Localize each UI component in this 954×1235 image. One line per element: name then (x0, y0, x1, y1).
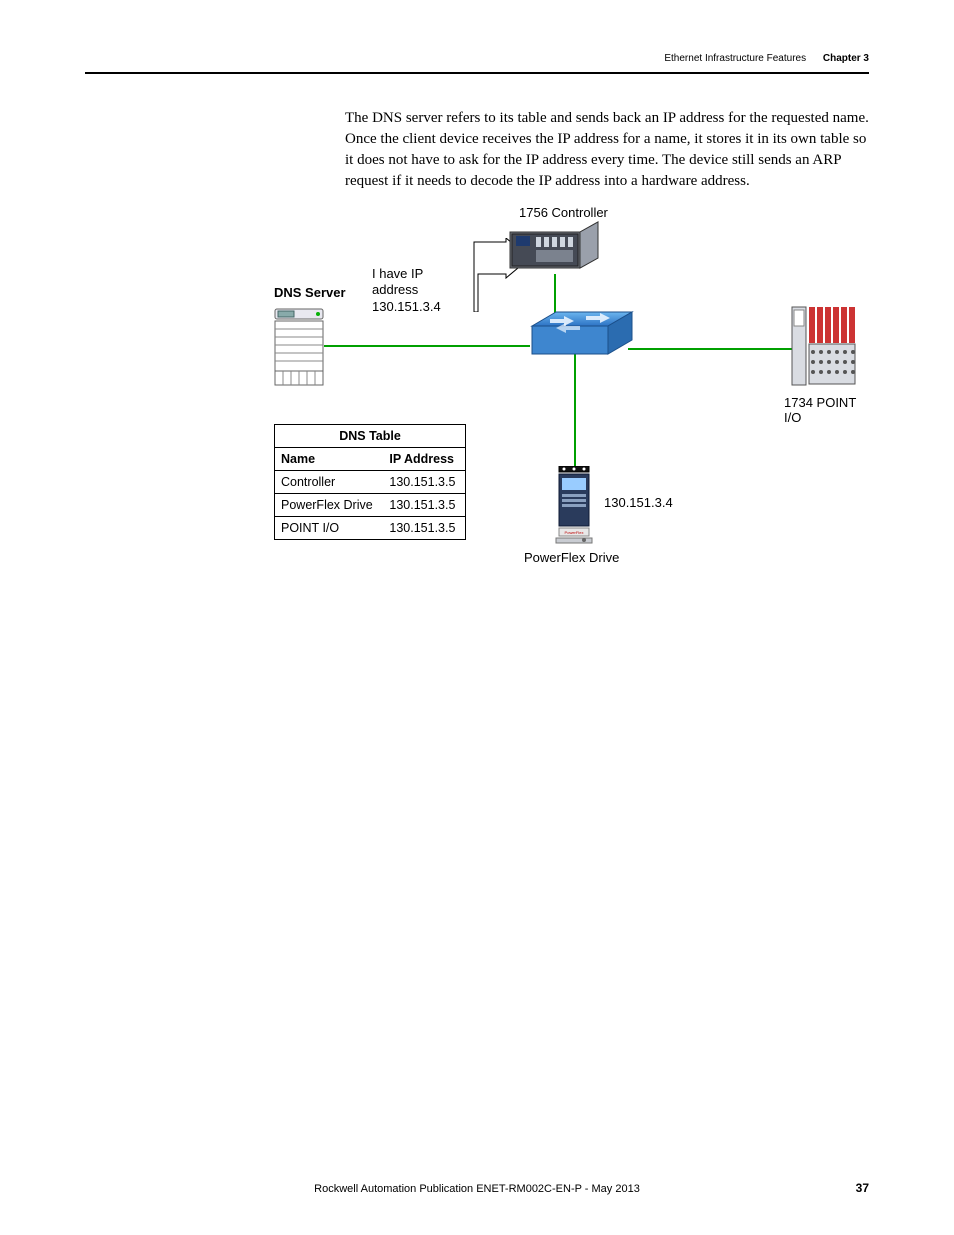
net-line (628, 348, 794, 350)
controller-label: 1756 Controller (519, 205, 608, 220)
dns-server-icon (274, 308, 324, 386)
dns-row-ip: 130.151.3.5 (383, 517, 465, 540)
header-chapter: Chapter 3 (823, 53, 869, 64)
body-paragraph: The DNS server refers to its table and s… (345, 108, 870, 192)
pointio-label: 1734 POINT I/O (784, 395, 874, 425)
callout-box: I have IP address 130.151.3.4 (366, 262, 474, 302)
net-line (574, 352, 576, 470)
footer-publication: Rockwell Automation Publication ENET-RM0… (0, 1183, 954, 1195)
dns-table-header-ip: IP Address (383, 448, 465, 471)
page-number: 37 (856, 1181, 869, 1195)
dns-row-name: PowerFlex Drive (275, 494, 384, 517)
net-line (324, 345, 530, 347)
callout-line2: 130.151.3.4 (372, 299, 468, 315)
table-row: PowerFlex Drive 130.151.3.5 (275, 494, 466, 517)
dns-row-ip: 130.151.3.5 (383, 471, 465, 494)
page-header: Ethernet Infrastructure Features Chapter… (664, 53, 869, 64)
dns-server-label: DNS Server (274, 285, 346, 300)
controller-icon (508, 220, 600, 276)
table-row: Controller 130.151.3.5 (275, 471, 466, 494)
powerflex-drive-icon: PowerFlex (554, 466, 594, 544)
drive-ip-label: 130.151.3.4 (604, 495, 673, 510)
svg-text:PowerFlex: PowerFlex (565, 530, 584, 535)
dns-row-name: POINT I/O (275, 517, 384, 540)
network-diagram: I have IP address 130.151.3.4 1756 Contr… (274, 200, 874, 580)
dns-row-ip: 130.151.3.5 (383, 494, 465, 517)
powerflex-label: PowerFlex Drive (524, 550, 619, 565)
pointio-icon (791, 306, 857, 386)
dns-row-name: Controller (275, 471, 384, 494)
callout-line1: I have IP address (372, 266, 468, 299)
dns-table-title: DNS Table (275, 425, 466, 448)
table-row: POINT I/O 130.151.3.5 (275, 517, 466, 540)
header-title: Ethernet Infrastructure Features (664, 53, 806, 64)
switch-icon (530, 310, 634, 356)
dns-table: DNS Table Name IP Address Controller 130… (274, 424, 466, 540)
dns-table-header-name: Name (275, 448, 384, 471)
header-rule (85, 72, 869, 74)
